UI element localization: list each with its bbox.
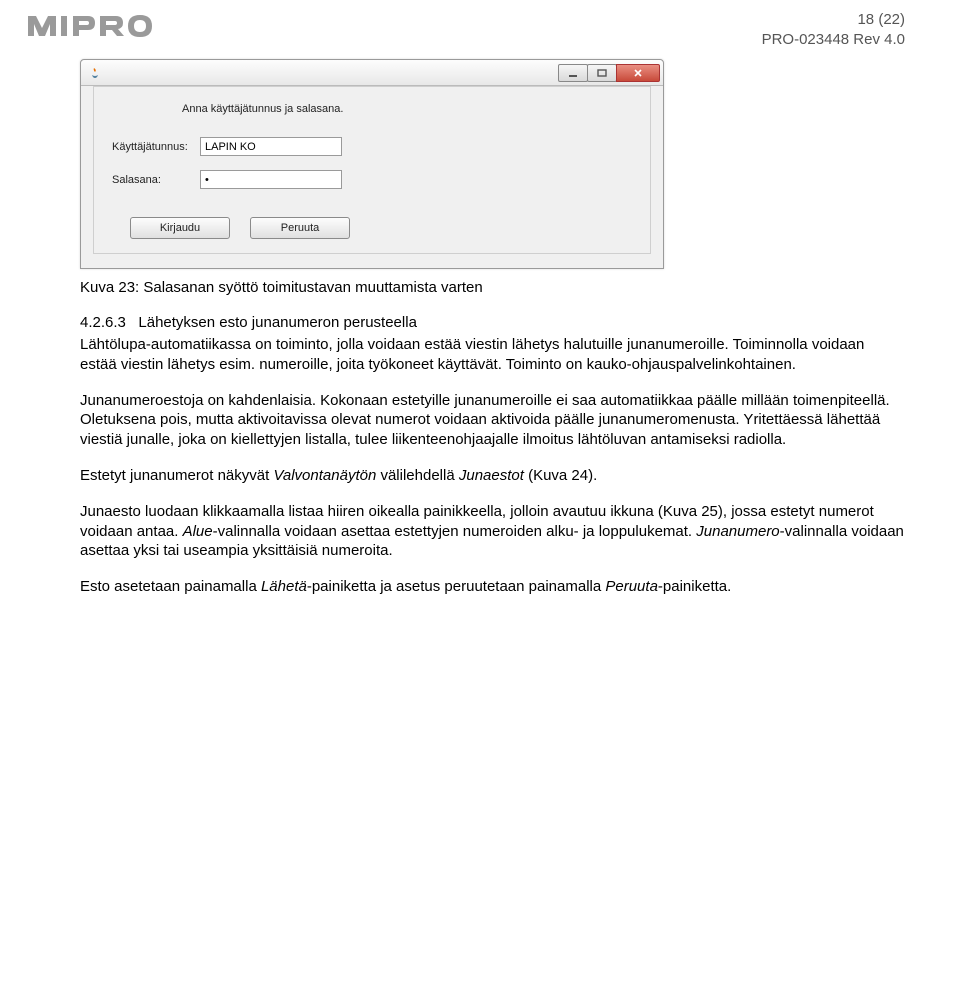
paragraph-3: Estetyt junanumerot näkyvät Valvontanäyt… — [80, 466, 905, 486]
password-row: Salasana: — [112, 170, 632, 189]
window-titlebar — [81, 60, 663, 86]
paragraph-4: Junaesto luodaan klikkaamalla listaa hii… — [80, 502, 905, 561]
password-label: Salasana: — [112, 174, 200, 186]
login-button[interactable]: Kirjaudu — [130, 217, 230, 239]
close-button[interactable] — [616, 64, 660, 82]
login-dialog-screenshot: Anna käyttäjätunnus ja salasana. Käyttäj… — [80, 59, 664, 269]
window-buttons — [559, 64, 660, 82]
username-label: Käyttäjätunnus: — [112, 141, 200, 153]
page-indicator: 18 (22) — [762, 10, 905, 30]
section-title: Lähetyksen esto junanumeron perusteella — [138, 314, 417, 331]
paragraph-1: Lähtölupa-automatiikassa on toiminto, jo… — [80, 335, 905, 375]
page-header: 18 (22) PRO-023448 Rev 4.0 — [0, 0, 960, 55]
minimize-button[interactable] — [558, 64, 588, 82]
prompt-text: Anna käyttäjätunnus ja salasana. — [112, 101, 632, 137]
java-icon — [87, 65, 103, 81]
paragraph-5: Esto asetetaan painamalla Lähetä-painike… — [80, 577, 905, 597]
username-row: Käyttäjätunnus: — [112, 137, 632, 156]
dialog-body: Anna käyttäjätunnus ja salasana. Käyttäj… — [81, 86, 663, 268]
section-heading: 4.2.6.3 Lähetyksen esto junanumeron peru… — [80, 314, 905, 331]
password-input[interactable] — [200, 170, 342, 189]
username-input[interactable] — [200, 137, 342, 156]
cancel-button[interactable]: Peruuta — [250, 217, 350, 239]
paragraph-2: Junanumeroestoja on kahdenlaisia. Kokona… — [80, 391, 905, 450]
logo — [28, 10, 156, 40]
inner-panel: Anna käyttäjätunnus ja salasana. Käyttäj… — [93, 86, 651, 254]
main-content: Anna käyttäjätunnus ja salasana. Käyttäj… — [0, 55, 960, 597]
dialog-button-row: Kirjaudu Peruuta — [112, 203, 632, 239]
figure-caption: Kuva 23: Salasanan syöttö toimitustavan … — [80, 279, 905, 296]
section-number: 4.2.6.3 — [80, 314, 126, 331]
header-meta: 18 (22) PRO-023448 Rev 4.0 — [762, 10, 905, 49]
maximize-button[interactable] — [587, 64, 617, 82]
doc-id: PRO-023448 Rev 4.0 — [762, 30, 905, 50]
